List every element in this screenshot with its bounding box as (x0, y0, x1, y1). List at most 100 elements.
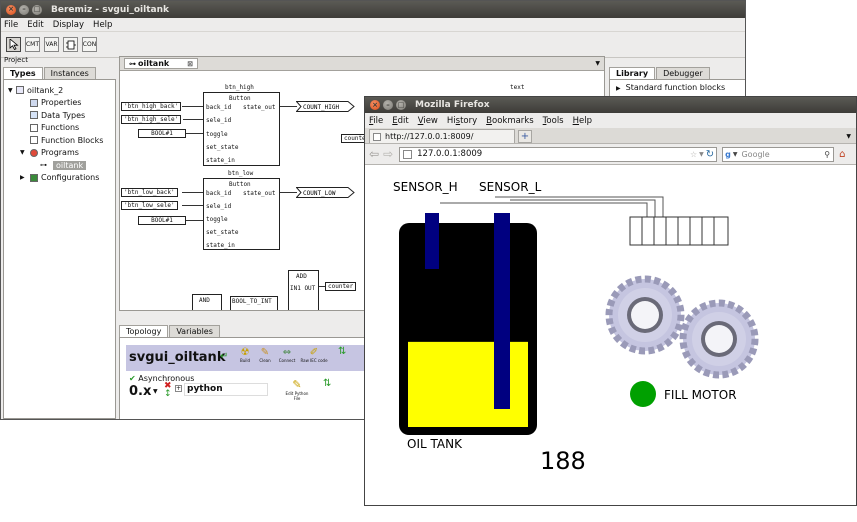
tab-topology[interactable]: Topology (119, 325, 169, 337)
programs-icon (30, 148, 38, 157)
tree-item-functions[interactable]: Functions (8, 122, 115, 135)
minimize-icon[interactable]: – (383, 100, 393, 110)
tab-close-icon[interactable]: ⊠ (187, 60, 193, 68)
program-icon: ⊶ (40, 161, 47, 170)
build-button[interactable]: ☢ Build (236, 347, 254, 363)
program-tab-icon: ⊶ (129, 59, 136, 68)
raw-iec-button[interactable]: ✐ Raw IEC code (299, 347, 329, 363)
ff-menu-view[interactable]: View (418, 116, 438, 126)
tab-debugger[interactable]: Debugger (656, 67, 710, 79)
menu-display[interactable]: Display (53, 20, 84, 30)
site-identity-icon (403, 149, 413, 159)
function-block-btn-high[interactable]: Button back_id state_out sele_id toggle … (203, 92, 280, 166)
edit-python-icon: ✎ (292, 378, 302, 391)
wire (182, 205, 203, 206)
input-var[interactable]: 'btn_low_sele' (121, 201, 178, 210)
google-icon: g (725, 149, 731, 159)
block-name-btn-low: btn_low (228, 170, 254, 177)
wire (280, 192, 297, 193)
tree-root[interactable]: ▼ oiltank_2 (8, 84, 115, 97)
arrow-icon[interactable]: ↵ (220, 351, 228, 362)
function-block-and[interactable]: AND (192, 294, 222, 310)
version-dropdown-icon[interactable]: ▼ (153, 388, 158, 395)
tree-item-programs[interactable]: ▼ Programs (8, 147, 115, 160)
comment-tool-icon[interactable]: CMT (25, 37, 40, 52)
tree-item-oiltank[interactable]: ⊶ oiltank (8, 159, 115, 172)
browser-tab[interactable]: http://127.0.0.1:8009/ (369, 129, 515, 143)
expand-icon[interactable]: + (175, 385, 182, 392)
navigation-bar: ⇦ ⇨ 127.0.0.1:8009 ☆ ▼ ↻ g ▼ Google ⚲ ⌂ (365, 144, 856, 165)
library-item[interactable]: Standard function blocks (626, 83, 726, 92)
hmi-canvas: SENSOR_H SENSOR_L OIL TANK 188 FILL MOTO… (393, 180, 759, 475)
text-label: text (510, 84, 525, 91)
check-icon: ✔ (129, 374, 136, 383)
home-icon[interactable]: ⌂ (839, 149, 845, 160)
firefox-titlebar: × – □ Mozilla Firefox (365, 97, 856, 113)
variable-tool-icon[interactable]: VAR (44, 37, 59, 52)
function-block-btn-low[interactable]: Button back_id state_out sele_id toggle … (203, 178, 280, 250)
tab-library[interactable]: Library (609, 67, 656, 79)
input-var[interactable]: BOOL#1 (138, 129, 186, 138)
block-tool-icon[interactable] (63, 37, 78, 52)
back-arrow-icon[interactable]: ⇦ (369, 147, 379, 161)
ff-menu-bookmarks[interactable]: Bookmarks (486, 116, 534, 126)
close-icon[interactable]: × (6, 4, 16, 15)
function-block-bool-to-int[interactable]: BOOL_TO_INT (230, 296, 278, 310)
project-panel: Types Instances ▼ oiltank_2 Properties Da… (3, 65, 116, 419)
new-tab-button[interactable]: + (518, 130, 532, 143)
tab-list-chevron-icon[interactable]: ▼ (595, 60, 600, 67)
function-blocks-icon (30, 136, 38, 145)
delete-icon[interactable]: ✖ ↕ (164, 382, 172, 399)
input-var[interactable]: 'btn_high_sele' (121, 115, 182, 124)
asynchronous-checkbox[interactable]: ✔ Asynchronous (129, 374, 194, 383)
ff-menu-edit[interactable]: Edit (392, 116, 408, 126)
forward-arrow-icon[interactable]: ⇨ (383, 147, 393, 161)
ff-menu-help[interactable]: Help (573, 116, 592, 126)
maximize-icon[interactable]: □ (32, 4, 42, 15)
input-var[interactable]: BOOL#1 (138, 216, 186, 225)
bottom-tabs: Topology Variables (119, 323, 369, 337)
url-dropdown-icon[interactable]: ▼ (699, 151, 704, 158)
menu-help[interactable]: Help (93, 20, 112, 30)
connect-button[interactable]: ⇔ Connect (277, 347, 297, 363)
plugin-name-field[interactable]: python (184, 383, 268, 396)
maximize-icon[interactable]: □ (396, 100, 406, 110)
tab-types[interactable]: Types (3, 67, 43, 79)
menu-edit[interactable]: Edit (27, 20, 43, 30)
connection-tool-icon[interactable]: CON (82, 37, 97, 52)
close-icon[interactable]: × (370, 100, 380, 110)
tab-list-chevron-icon[interactable]: ▼ (846, 133, 851, 140)
output-var-counter[interactable]: counter (325, 282, 357, 291)
tab-variables[interactable]: Variables (169, 325, 220, 337)
tree-item-function-blocks[interactable]: Function Blocks (8, 134, 115, 147)
editor-tab-oiltank[interactable]: ⊶ oiltank ⊠ (124, 58, 199, 69)
input-var[interactable]: 'btn_high_back' (121, 102, 182, 111)
function-block-add[interactable]: ADD IN1 OUT (288, 270, 319, 310)
tree-item-data-types[interactable]: Data Types (8, 109, 115, 122)
output-var-count-low[interactable]: COUNT_LOW (296, 187, 356, 198)
reload-icon[interactable]: ↻ (706, 149, 714, 160)
add-plugin-icon[interactable]: ⇅ (338, 346, 346, 357)
add-child-icon[interactable]: ⇅ (323, 378, 331, 389)
minimize-icon[interactable]: – (19, 4, 29, 15)
project-icon (16, 86, 24, 95)
search-engine-dropdown-icon[interactable]: ▼ (733, 151, 738, 158)
clean-button[interactable]: ✎ Clean (256, 347, 274, 363)
pointer-tool-icon[interactable] (6, 37, 21, 52)
search-bar[interactable]: g ▼ Google ⚲ (722, 146, 835, 162)
expand-arrow-icon[interactable]: ▶ (616, 85, 621, 92)
tree-item-configurations[interactable]: ▶ Configurations (8, 172, 115, 185)
project-tree: ▼ oiltank_2 Properties Data Types Functio… (3, 79, 116, 419)
url-bar[interactable]: 127.0.0.1:8009 ☆ ▼ ↻ (399, 146, 718, 162)
search-icon[interactable]: ⚲ (824, 150, 830, 159)
ff-menu-history[interactable]: History (447, 116, 477, 126)
input-var[interactable]: 'btn_low_back' (121, 188, 178, 197)
bookmark-star-icon[interactable]: ☆ (690, 150, 697, 159)
tab-instances[interactable]: Instances (43, 67, 96, 79)
edit-python-button[interactable]: ✎ Edit Python File (282, 378, 312, 401)
ff-menu-tools[interactable]: Tools (543, 116, 564, 126)
output-var-count-high[interactable]: COUNT_HIGH (296, 101, 356, 112)
ff-menu-file[interactable]: File (369, 116, 383, 126)
tree-item-properties[interactable]: Properties (8, 97, 115, 110)
menu-file[interactable]: File (4, 20, 18, 30)
